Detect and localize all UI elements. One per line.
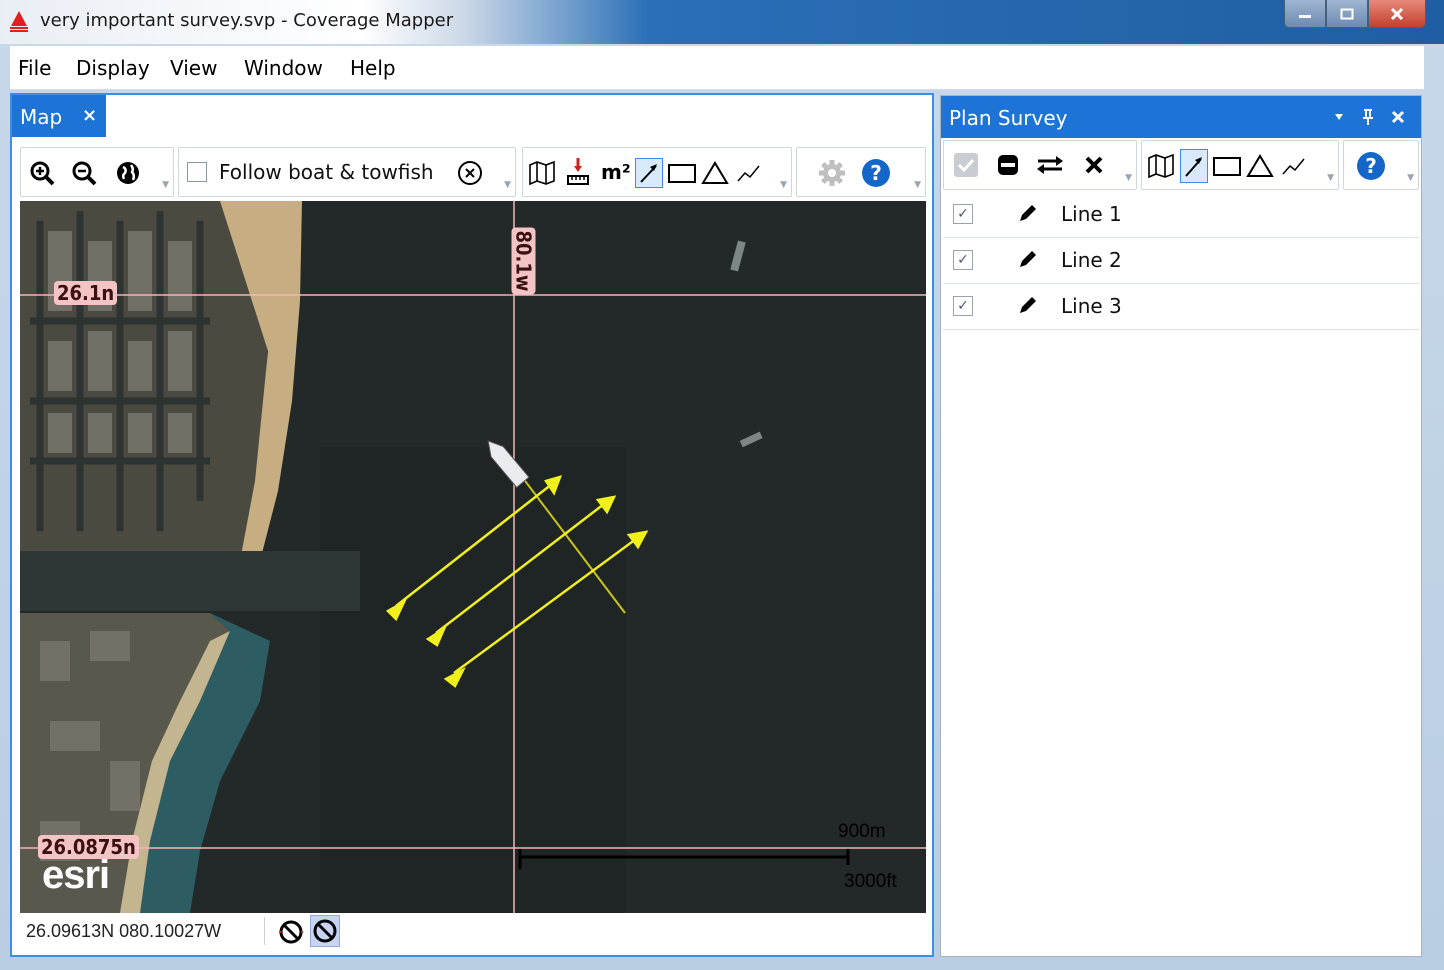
sonar-disabled-button[interactable] (310, 915, 340, 947)
menu-display[interactable]: Display (76, 56, 150, 80)
close-icon (1390, 7, 1404, 20)
follow-label: Follow boat & towfish (219, 160, 434, 184)
toolbar-grip-icon[interactable]: ▼ (914, 180, 921, 190)
zoom-in-icon[interactable] (29, 160, 55, 186)
polyline-tool-icon[interactable] (735, 160, 763, 186)
follow-checkbox[interactable] (187, 162, 207, 182)
line-2-label: Line 2 (1061, 248, 1122, 272)
plan-survey-header: Plan Survey (941, 96, 1421, 138)
pencil-icon[interactable] (1017, 248, 1039, 270)
help-icon[interactable]: ? (1356, 151, 1386, 181)
line-2-checkbox[interactable]: ✓ (953, 250, 973, 270)
arrow-line-icon (640, 164, 657, 183)
maximize-button[interactable] (1326, 0, 1368, 28)
line-3-label: Line 3 (1061, 294, 1122, 318)
reverse-direction-icon[interactable] (1036, 153, 1064, 177)
zoom-toolbar: ▼ (20, 147, 174, 197)
line-1-label: Line 1 (1061, 202, 1122, 226)
menu-view[interactable]: View (170, 56, 217, 80)
toolbar-grip-icon[interactable]: ▼ (1125, 173, 1132, 183)
list-item-line-3[interactable]: ✓ Line 3 (943, 284, 1419, 330)
delete-line-icon[interactable] (1084, 155, 1104, 175)
follow-toolbar: Follow boat & towfish ▼ (178, 147, 516, 197)
menu-help[interactable]: Help (350, 56, 396, 80)
window-controls (1284, 0, 1426, 28)
app-window: very important survey.svp - Coverage Map… (0, 0, 1444, 970)
plan-survey-title: Plan Survey (949, 106, 1068, 130)
close-window-button[interactable] (1368, 0, 1426, 28)
scale-imperial-label: 3000ft (844, 871, 897, 892)
app-logo-icon (10, 11, 28, 32)
plan-edit-toolbar: ▼ (943, 140, 1137, 190)
triangle-tool-icon[interactable] (1246, 153, 1274, 179)
map-layers-icon[interactable] (527, 160, 557, 186)
sonar-disabled-icon (313, 919, 337, 943)
plan-line-tool-button[interactable] (1180, 149, 1208, 183)
toolbar-grip-icon[interactable]: ▼ (504, 180, 511, 190)
pencil-icon[interactable] (1017, 294, 1039, 316)
check-all-icon (957, 158, 975, 173)
map-layers-icon[interactable] (1146, 153, 1176, 179)
pin-icon[interactable] (1361, 108, 1375, 126)
scale-metric-label: 900m (838, 821, 886, 842)
help-icon[interactable]: ? (861, 158, 891, 188)
rectangle-tool-icon[interactable] (1212, 154, 1242, 178)
help-toolbar: ? ▼ (796, 147, 926, 197)
status-bar: 26.09613N 080.10027W (20, 913, 926, 949)
tab-map-label: Map (20, 105, 63, 129)
list-item-line-1[interactable]: ✓ Line 1 (943, 192, 1419, 238)
menu-file[interactable]: File (18, 56, 51, 80)
minimize-button[interactable] (1284, 0, 1326, 28)
drawing-toolbar: m² ▼ (522, 147, 792, 197)
globe-icon[interactable] (115, 160, 141, 186)
panel-menu-icon[interactable] (1333, 112, 1345, 122)
tab-close-icon[interactable]: × (82, 105, 97, 126)
window-title: very important survey.svp - Coverage Map… (40, 10, 454, 31)
gear-icon[interactable] (817, 158, 847, 188)
close-panel-icon[interactable] (1391, 110, 1405, 124)
menu-window[interactable]: Window (244, 56, 323, 80)
line-tool-button[interactable] (635, 158, 663, 188)
triangle-tool-icon[interactable] (701, 160, 729, 186)
svg-text:?: ? (870, 161, 882, 185)
menu-bar: File Display View Window Help (10, 46, 1424, 90)
cursor-coordinates: 26.09613N 080.10027W (26, 921, 222, 941)
minimize-icon (1299, 14, 1311, 18)
toolbar-grip-icon[interactable]: ▼ (1327, 173, 1334, 183)
area-measure-button[interactable]: m² (601, 160, 631, 184)
list-item-line-2[interactable]: ✓ Line 2 (943, 238, 1419, 284)
line-3-checkbox[interactable]: ✓ (953, 296, 973, 316)
toolbar-grip-icon[interactable]: ▼ (780, 180, 787, 190)
toolbar-grip-icon[interactable]: ▼ (162, 180, 169, 190)
arrow-line-icon (1185, 157, 1202, 177)
graticule-label-lon: 80.1w (511, 227, 536, 295)
line-1-checkbox[interactable]: ✓ (953, 204, 973, 224)
collapse-icon[interactable] (996, 153, 1020, 177)
graticule-label-lat-top: 26.1n (54, 281, 118, 305)
gps-disabled-icon[interactable] (278, 919, 304, 945)
polyline-tool-icon[interactable] (1280, 153, 1308, 179)
maximize-icon (1340, 8, 1354, 19)
title-bar[interactable]: very important survey.svp - Coverage Map… (0, 0, 1444, 44)
pencil-icon[interactable] (1017, 202, 1039, 224)
esri-attribution-logo: esri (42, 853, 110, 897)
ruler-measure-icon[interactable] (565, 156, 591, 188)
toolbar-grip-icon[interactable]: ▼ (1407, 173, 1414, 183)
map-view[interactable]: 26.1n 26.0875n 80.1w 900m 3000ft esri (20, 201, 926, 913)
clear-track-icon[interactable] (457, 160, 483, 186)
map-canvas[interactable] (20, 201, 926, 913)
check-all-button[interactable] (954, 153, 978, 177)
tab-map[interactable]: Map × (12, 95, 106, 137)
plan-draw-toolbar: ▼ (1141, 140, 1339, 190)
plan-help-toolbar: ? ▼ (1343, 140, 1419, 190)
zoom-out-icon[interactable] (71, 160, 97, 186)
map-pane: Map × ▼ Follow boat & towfish ▼ m² ▼ ? ▼… (10, 93, 934, 957)
svg-text:?: ? (1365, 154, 1377, 178)
plan-survey-panel: Plan Survey ▼ ▼ ? ▼ ✓ Line 1 ✓ Line 2 ✓ … (940, 95, 1422, 957)
status-divider (264, 917, 265, 945)
rectangle-tool-icon[interactable] (667, 161, 697, 185)
